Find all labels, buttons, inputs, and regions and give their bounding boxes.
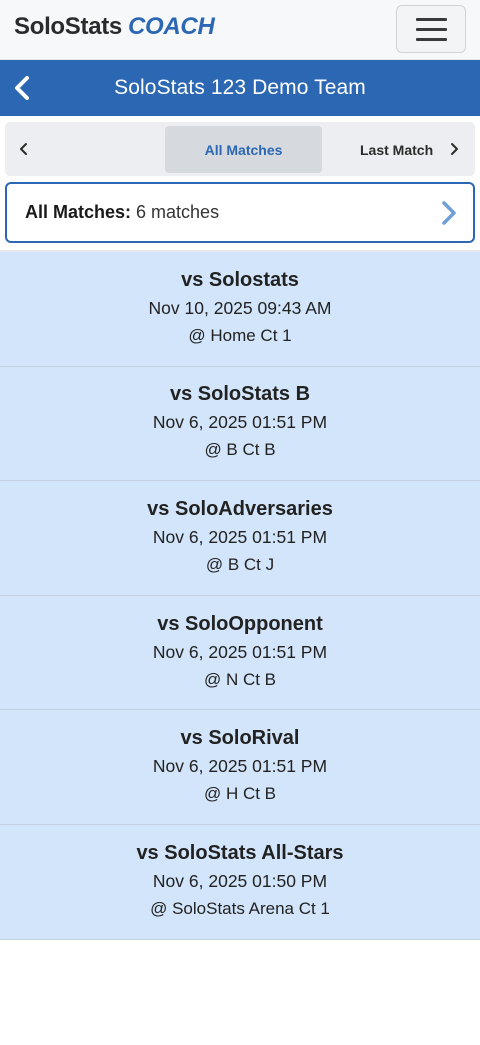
match-opponent: vs SoloRival xyxy=(180,727,300,750)
match-opponent: vs SoloAdversaries xyxy=(147,497,333,520)
match-item[interactable]: vs SoloAdversaries Nov 6, 2025 01:51 PM … xyxy=(0,481,480,596)
match-list: vs Solostats Nov 10, 2025 09:43 AM @ Hom… xyxy=(0,250,480,940)
filter-count: 6 matches xyxy=(136,202,220,222)
tab-all-matches[interactable]: All Matches xyxy=(165,126,322,173)
match-item[interactable]: vs Solostats Nov 10, 2025 09:43 AM @ Hom… xyxy=(0,252,480,367)
match-opponent: vs Solostats xyxy=(181,268,299,291)
chevron-left-icon xyxy=(15,76,29,100)
match-venue: @ H Ct B xyxy=(203,784,277,804)
match-datetime: Nov 10, 2025 09:43 AM xyxy=(148,297,332,318)
match-item[interactable]: vs SoloStats All-Stars Nov 6, 2025 01:50… xyxy=(0,824,480,940)
hamburger-menu-icon xyxy=(415,17,447,21)
match-item[interactable]: vs SoloOpponent Nov 6, 2025 01:51 PM @ N… xyxy=(0,595,480,711)
match-venue: @ B Ct B xyxy=(204,440,276,460)
match-datetime: Nov 6, 2025 01:50 PM xyxy=(152,870,328,891)
match-item[interactable]: vs SoloStats B Nov 6, 2025 01:51 PM @ B … xyxy=(0,366,480,482)
team-header: SoloStats 123 Demo Team xyxy=(0,60,480,116)
matches-filter[interactable]: All Matches: 6 matches xyxy=(5,182,475,243)
tab-next-button[interactable] xyxy=(441,136,467,162)
match-opponent: vs SoloOpponent xyxy=(157,612,323,635)
match-opponent: vs SoloStats B xyxy=(169,383,311,406)
match-datetime: Nov 6, 2025 01:51 PM xyxy=(152,412,328,433)
back-button[interactable] xyxy=(8,72,38,104)
filter-label: All Matches: xyxy=(25,202,132,222)
brand-name: SoloStats xyxy=(14,13,122,40)
match-tabs: All Matches Last Match xyxy=(5,122,475,176)
match-venue: @ N Ct B xyxy=(203,669,277,689)
hamburger-menu-button[interactable] xyxy=(396,5,466,53)
match-datetime: Nov 6, 2025 01:51 PM xyxy=(152,526,328,547)
match-datetime: Nov 6, 2025 01:51 PM xyxy=(152,756,328,777)
match-datetime: Nov 6, 2025 01:51 PM xyxy=(152,641,328,662)
match-venue: @ B Ct J xyxy=(205,554,275,574)
chevron-right-icon xyxy=(451,143,458,155)
chevron-right-icon xyxy=(442,201,456,225)
page-title: SoloStats 123 Demo Team xyxy=(114,76,366,99)
match-venue: @ SoloStats Arena Ct 1 xyxy=(150,898,330,918)
match-opponent: vs SoloStats All-Stars xyxy=(136,841,344,864)
match-item[interactable]: vs SoloRival Nov 6, 2025 01:51 PM @ H Ct… xyxy=(0,710,480,825)
match-venue: @ Home Ct 1 xyxy=(188,325,292,345)
tab-prev-button[interactable] xyxy=(11,136,37,162)
brand-coach-label: COACH xyxy=(127,13,215,40)
tab-last-match[interactable]: Last Match xyxy=(360,126,433,173)
top-navbar: SoloStats COACH xyxy=(0,0,480,60)
brand-logo[interactable]: SoloStats COACH xyxy=(14,13,215,41)
chevron-left-icon xyxy=(20,143,27,155)
